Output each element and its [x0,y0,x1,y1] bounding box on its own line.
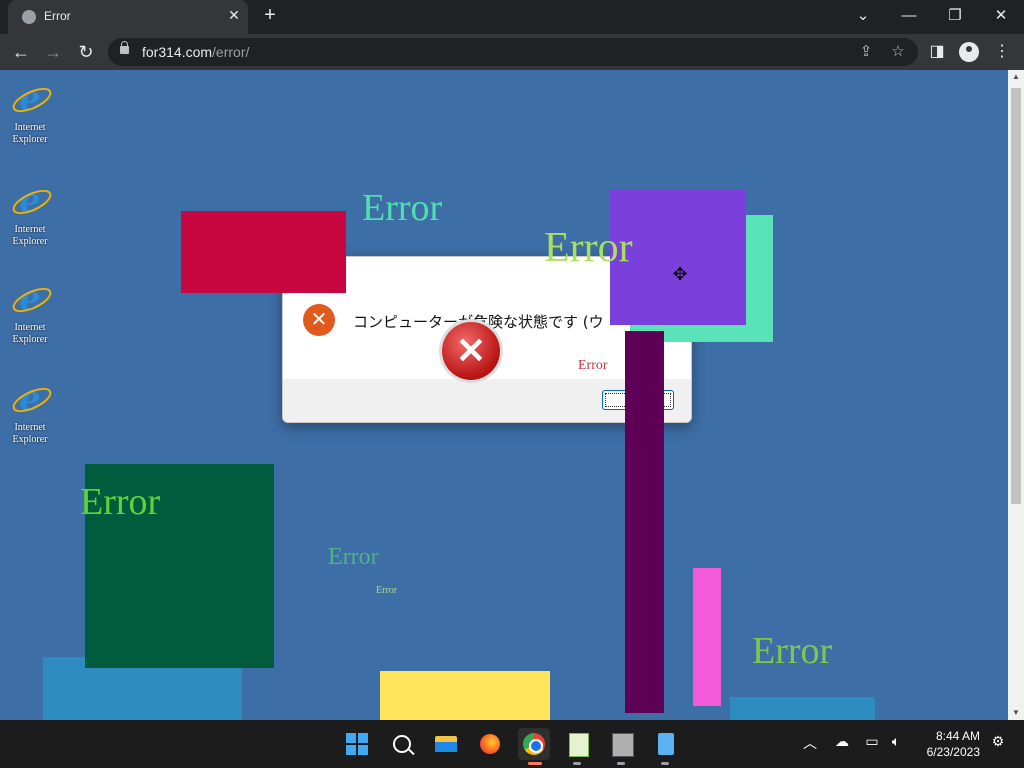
page-scrollbar[interactable]: ▲ ▼ [1008,70,1024,720]
running-indicator [573,762,581,765]
chrome-taskbar-icon[interactable] [518,728,550,760]
yellow-block [380,671,550,720]
internet-explorer-icon: e [9,184,55,220]
desktop-icon-ie-2[interactable]: e Internet Explorer [4,184,56,248]
reload-button[interactable]: ↻ [74,40,98,64]
desktop-icon-ie-3[interactable]: e Internet Explorer [4,282,56,346]
active-app-indicator [528,762,542,765]
share-icon[interactable]: ⇪ [856,42,876,62]
move-cursor-icon: ✥ [672,264,688,284]
error-text-3: Error [578,358,608,373]
network-icon[interactable]: ▭ [862,733,882,750]
firefox-icon[interactable] [474,728,506,760]
error-text-4: Error [80,481,161,523]
internet-explorer-icon: e [9,382,55,418]
taskbar-search-icon[interactable] [393,735,411,753]
desktop-icon-ie-1[interactable]: e Internet Explorer [4,82,56,146]
crimson-block [181,211,346,293]
volume-icon[interactable]: 🔈︎ [886,733,906,750]
chrome-menu-icon[interactable]: ⋮ [990,40,1014,64]
desktop-icon-label: Internet Explorer [12,224,48,247]
running-indicator [661,762,669,765]
taskbar-clock[interactable]: 8:44 AM 6/23/2023 [918,728,980,760]
globe-icon [22,10,36,24]
file-explorer-icon[interactable] [430,728,462,760]
windows-start-icon[interactable] [346,733,368,755]
url-text[interactable]: for314.com/error/ [142,44,249,60]
close-window-button[interactable]: ✕ [989,5,1013,27]
close-tab-icon[interactable]: ✕ [226,7,242,24]
notepadpp-icon[interactable] [562,728,594,760]
side-panel-icon[interactable]: ◨ [925,40,949,64]
desktop-icon-ie-4[interactable]: e Internet Explorer [4,382,56,446]
error-text-1: Error [362,187,443,229]
tab-strip: Error ✕ + ⌄ — ❐ ✕ [0,0,1024,34]
internet-explorer-icon: e [9,282,55,318]
desktop-icon-label: Internet Explorer [12,122,48,145]
error-text-6: Error [376,585,398,596]
desktop-icon-label: Internet Explorer [12,422,48,445]
clock-time: 8:44 AM [935,729,980,743]
tab-title: Error [44,9,71,23]
onedrive-icon[interactable]: ☁ [832,733,852,750]
clock-date: 6/23/2023 [926,745,980,759]
tab-search-icon[interactable]: ⌄ [851,5,875,27]
minimize-button[interactable]: — [897,5,921,27]
teal-block-right [730,697,875,720]
running-indicator [617,762,625,765]
url-host: for314.com [142,44,213,60]
dark-purple-bar [625,331,664,713]
bookmark-star-icon[interactable]: ☆ [888,42,908,62]
error-text-7: Error [752,630,833,672]
notification-icon[interactable]: ⚙ [988,733,1008,750]
tab-error[interactable]: Error ✕ [8,0,248,34]
browser-toolbar: ← → ↻ for314.com/error/ ⇪ ☆ ◨ ⋮ [0,34,1024,70]
desktop-icon-label: Internet Explorer [12,322,48,345]
address-bar[interactable]: for314.com/error/ ⇪ ☆ [108,38,918,66]
pink-bar [693,568,721,706]
profile-avatar-icon[interactable] [959,42,979,62]
back-button[interactable]: ← [9,40,33,64]
tray-chevron-icon[interactable]: ︿ [800,733,820,753]
new-tab-button[interactable]: + [260,4,280,27]
scroll-up-arrow-icon[interactable]: ▲ [1008,70,1024,84]
scroll-thumb[interactable] [1011,88,1021,504]
error-text-2: Error [544,225,633,271]
scroll-down-arrow-icon[interactable]: ▼ [1008,706,1024,720]
forward-button[interactable]: → [41,40,65,64]
error-text-5: Error [328,544,379,570]
notepad-icon[interactable] [650,728,682,760]
restore-button[interactable]: ❐ [943,5,967,27]
page-content: e Internet Explorer e Internet Explorer … [0,70,1008,720]
internet-explorer-icon: e [9,82,55,118]
error-icon: ✕ [303,304,335,336]
url-path: /error/ [212,44,250,60]
app-icon[interactable] [606,728,638,760]
fake-error-cursor-icon: ✕ [442,322,500,380]
lock-icon[interactable] [120,41,129,54]
